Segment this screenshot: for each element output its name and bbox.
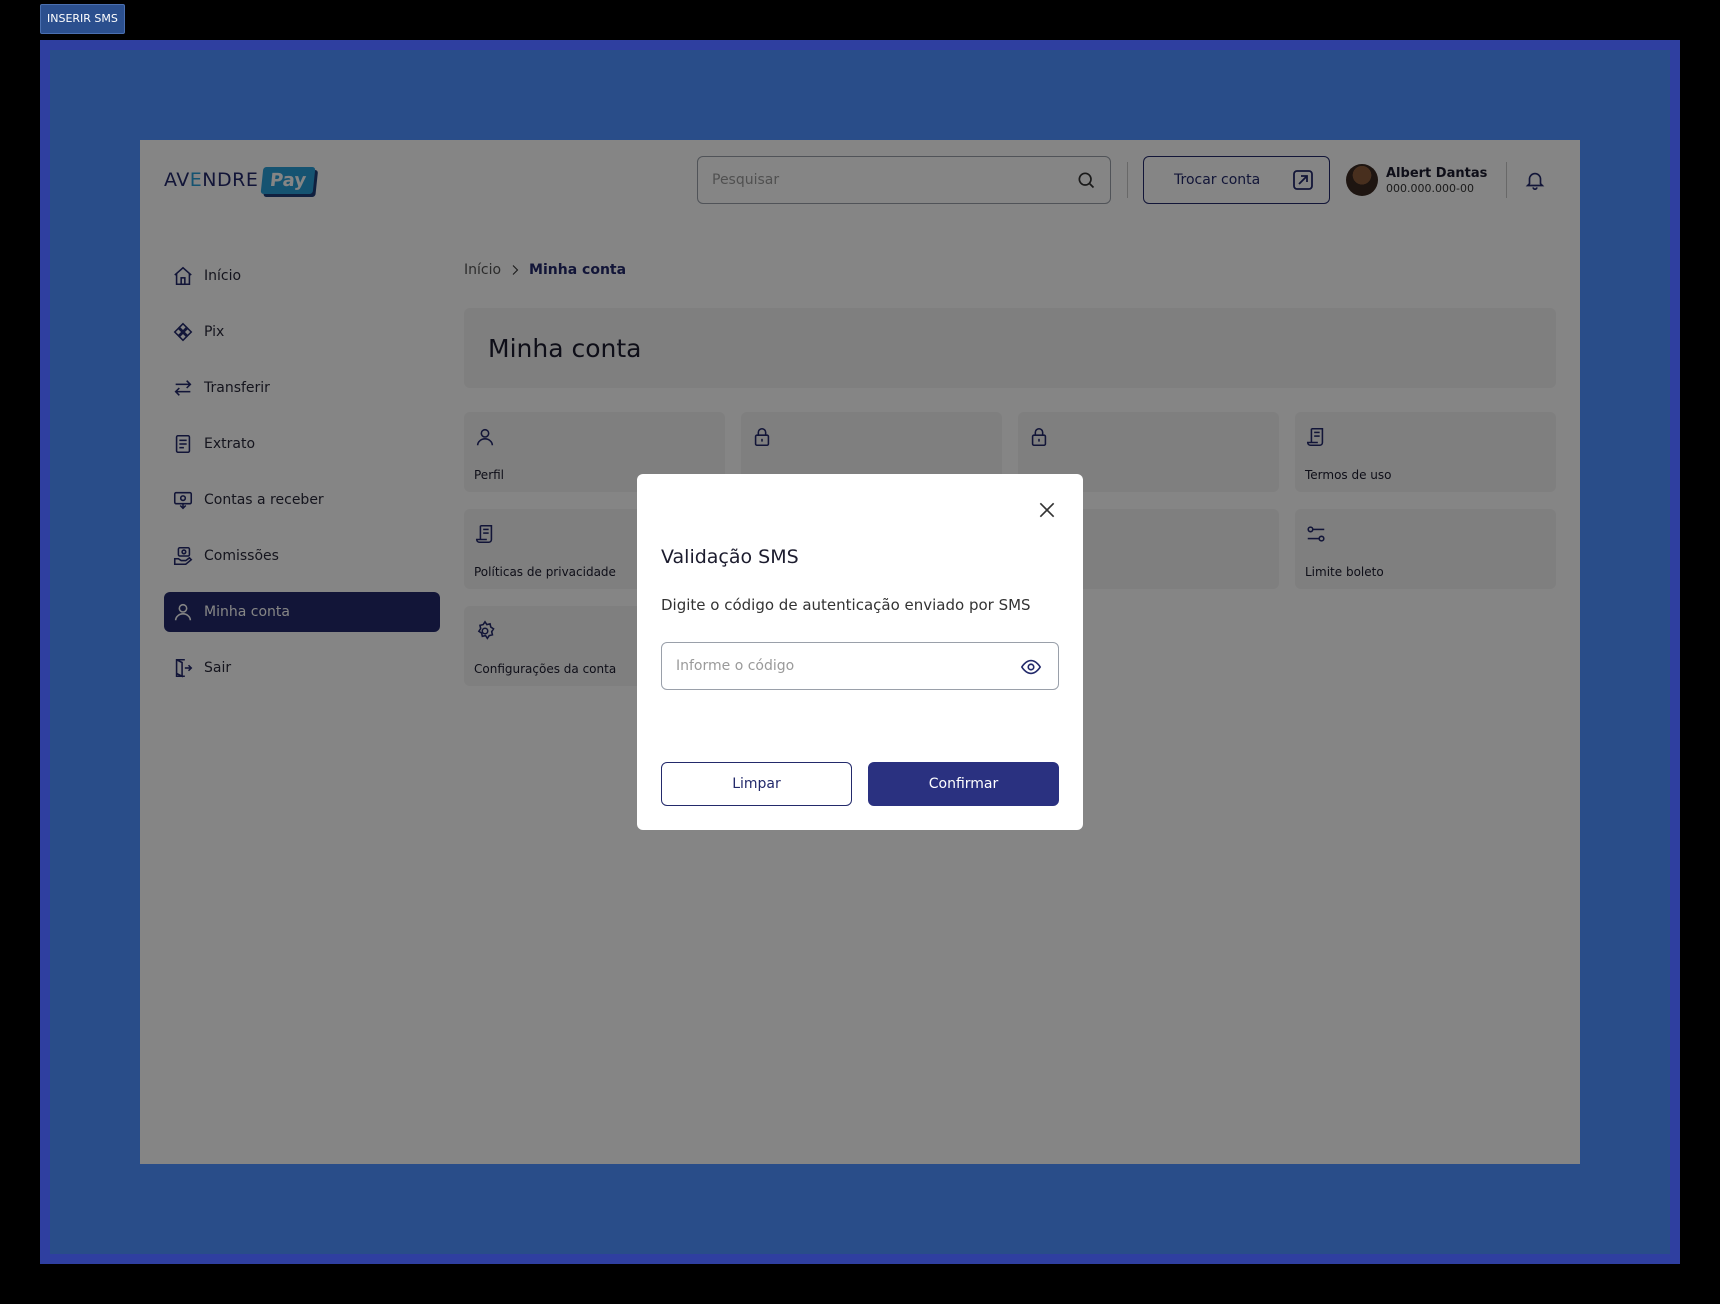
code-field [661, 642, 1059, 690]
modal-description: Digite o código de autenticação enviado … [661, 596, 1031, 614]
close-icon[interactable] [1037, 500, 1057, 520]
eye-icon[interactable] [1020, 656, 1042, 678]
confirm-button[interactable]: Confirmar [868, 762, 1059, 806]
frame-tag: INSERIR SMS [40, 4, 125, 34]
app-window: AVENDRE Pay Trocar conta Albert Dantas 0… [140, 140, 1580, 1164]
sms-validation-modal: Validação SMS Digite o código de autenti… [637, 474, 1083, 830]
sms-code-input[interactable] [676, 643, 1006, 689]
clear-button[interactable]: Limpar [661, 762, 852, 806]
modal-title: Validação SMS [661, 546, 799, 568]
